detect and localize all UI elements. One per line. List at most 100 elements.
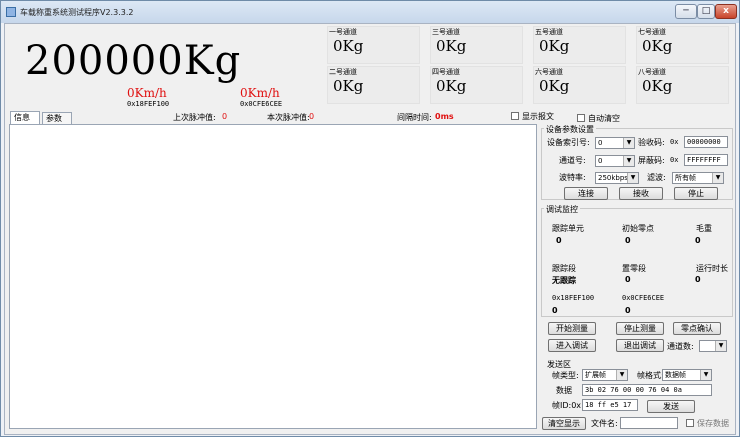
current-pulse-value: 0 <box>309 112 315 121</box>
channel-label: 一号通道 <box>329 28 357 36</box>
device-index-select[interactable]: 0 ▼ <box>595 137 635 149</box>
channel-value: 0Kg <box>436 77 467 95</box>
channel-box-7: 七号通道 0Kg <box>636 26 729 64</box>
channel-value: 0Kg <box>333 77 364 95</box>
zero-confirm-button[interactable]: 零点确认 <box>673 322 721 335</box>
init-zero-label: 初始零点 <box>622 224 654 233</box>
channel-label: 五号通道 <box>535 28 563 36</box>
last-pulse-value: 0 <box>222 112 228 121</box>
window-title: 车载称重系统测试程序V2.3.3.2 <box>20 8 134 17</box>
close-button[interactable]: x <box>715 4 737 19</box>
start-weigh-button[interactable]: 开始测量 <box>548 322 596 335</box>
channel-value: 0Kg <box>642 77 673 95</box>
message-log[interactable] <box>9 124 537 429</box>
last-pulse-label: 上次脉冲值: <box>173 113 216 122</box>
frame-id-2: 0x0CFE6CEE <box>240 100 283 108</box>
interval-label: 间隔时间: <box>397 113 432 122</box>
gross-weight-label: 毛重 <box>696 224 712 233</box>
channel-label: 七号通道 <box>638 28 666 36</box>
verify-code-prefix: 0x <box>670 138 679 146</box>
channel-box-5: 五号通道 0Kg <box>533 26 626 64</box>
frame-type-select[interactable]: 扩展帧 ▼ <box>582 369 628 381</box>
chevron-down-icon: ▼ <box>627 173 638 183</box>
frame-id-input[interactable]: 18 ff e5 17 <box>582 399 638 411</box>
filter-select[interactable]: 所有帧 ▼ <box>672 172 724 184</box>
receive-button[interactable]: 接收 <box>619 187 663 200</box>
channel-count-label: 通道数: <box>667 342 694 351</box>
data-input[interactable]: 3b 02 76 00 00 76 04 0a <box>582 384 712 396</box>
channel-label: 二号通道 <box>329 68 357 76</box>
mask-code-input[interactable]: FFFFFFFF <box>684 154 728 166</box>
settings-group: 设备参数设置 设备索引号: 0 ▼ 验收码: 0x 00000000 通道号: 0… <box>541 124 733 200</box>
maximize-button[interactable]: □ <box>697 4 715 19</box>
baud-rate-value: 250kbps <box>598 174 628 182</box>
chevron-down-icon: ▼ <box>700 370 711 380</box>
tab-info[interactable]: 信息 <box>10 111 40 124</box>
frame-a-value: 0 <box>552 306 558 315</box>
auto-clear-label: 自动清空 <box>588 114 620 123</box>
current-pulse-label: 本次脉冲值: <box>267 113 310 122</box>
mask-code-prefix: 0x <box>670 156 679 164</box>
minimize-button[interactable]: ─ <box>675 4 697 19</box>
exit-debug-button[interactable]: 退出调试 <box>616 339 664 352</box>
device-index-value: 0 <box>598 139 603 147</box>
channel-box-4: 四号通道 0Kg <box>430 66 523 104</box>
frame-id-1: 0x18FEF100 <box>127 100 170 108</box>
frame-a-label: 0x18FEF100 <box>552 294 595 302</box>
auto-clear-checkbox[interactable] <box>577 114 585 122</box>
channel-box-8: 八号通道 0Kg <box>636 66 729 104</box>
frame-id-label: 帧ID:0x <box>552 401 582 410</box>
channel-box-2: 二号通道 0Kg <box>327 66 420 104</box>
show-frame-checkbox[interactable] <box>511 112 519 120</box>
connect-button[interactable]: 连接 <box>564 187 608 200</box>
channel-box-3: 三号通道 0Kg <box>430 26 523 64</box>
app-window: 车载称重系统测试程序V2.3.3.2 ─ □ x 200000Kg 0Km/h … <box>0 0 740 437</box>
speed-readout-2: 0Km/h <box>240 86 280 100</box>
verify-code-input[interactable]: 00000000 <box>684 136 728 148</box>
zero-segment-label: 置零段 <box>622 264 646 273</box>
init-zero-value: 0 <box>625 236 631 245</box>
tab-params[interactable]: 参数 <box>42 112 72 124</box>
track-unit-label: 跟踪单元 <box>552 224 584 233</box>
verify-code-label: 验收码: <box>638 138 665 147</box>
enter-debug-button[interactable]: 进入调试 <box>548 339 596 352</box>
settings-group-title: 设备参数设置 <box>544 124 596 135</box>
filename-label: 文件名: <box>591 419 618 428</box>
gross-weight-value: 0 <box>695 236 701 245</box>
frame-format-label: 帧格式: <box>637 371 664 380</box>
stop-button[interactable]: 停止 <box>674 187 718 200</box>
runtime-value: 0 <box>695 275 701 284</box>
monitor-group-title: 调试监控 <box>544 204 580 215</box>
main-panel: 200000Kg 0Km/h 0x18FEF100 0Km/h 0x0CFE6C… <box>4 23 736 435</box>
channel-count-select[interactable]: ▼ <box>699 340 727 352</box>
send-group: 发送区 帧类型: 扩展帧 ▼ 帧格式: 数据帧 ▼ 数据 3b 02 76 00 0… <box>541 359 733 413</box>
filename-input[interactable] <box>620 417 678 429</box>
frame-b-value: 0 <box>625 306 631 315</box>
frame-b-label: 0x0CFE6CEE <box>622 294 665 302</box>
channel-number-label: 通道号: <box>559 156 586 165</box>
show-frame-label: 显示报文 <box>522 112 554 121</box>
clear-display-button[interactable]: 清空显示 <box>542 417 586 430</box>
stop-weigh-button[interactable]: 停止测量 <box>616 322 664 335</box>
filter-label: 滤波: <box>647 173 666 182</box>
filter-value: 所有帧 <box>675 174 696 182</box>
device-index-label: 设备索引号: <box>547 138 590 147</box>
channel-value: 0Kg <box>436 37 467 55</box>
baud-rate-select[interactable]: 250kbps ▼ <box>595 172 639 184</box>
send-group-title: 发送区 <box>545 359 573 370</box>
channel-number-value: 0 <box>598 157 603 165</box>
channel-box-1: 一号通道 0Kg <box>327 26 420 64</box>
save-data-checkbox[interactable] <box>686 419 694 427</box>
track-segment-value: 无跟踪 <box>552 276 576 285</box>
chevron-down-icon: ▼ <box>623 138 634 148</box>
channel-value: 0Kg <box>539 77 570 95</box>
channel-box-6: 六号通道 0Kg <box>533 66 626 104</box>
app-icon <box>6 7 16 17</box>
frame-type-label: 帧类型: <box>552 371 579 380</box>
channel-number-select[interactable]: 0 ▼ <box>595 155 635 167</box>
interval-value: 0ms <box>435 112 454 121</box>
frame-format-select[interactable]: 数据帧 ▼ <box>662 369 712 381</box>
channel-label: 八号通道 <box>638 68 666 76</box>
send-button[interactable]: 发送 <box>647 400 695 413</box>
baud-rate-label: 波特率: <box>559 173 586 182</box>
